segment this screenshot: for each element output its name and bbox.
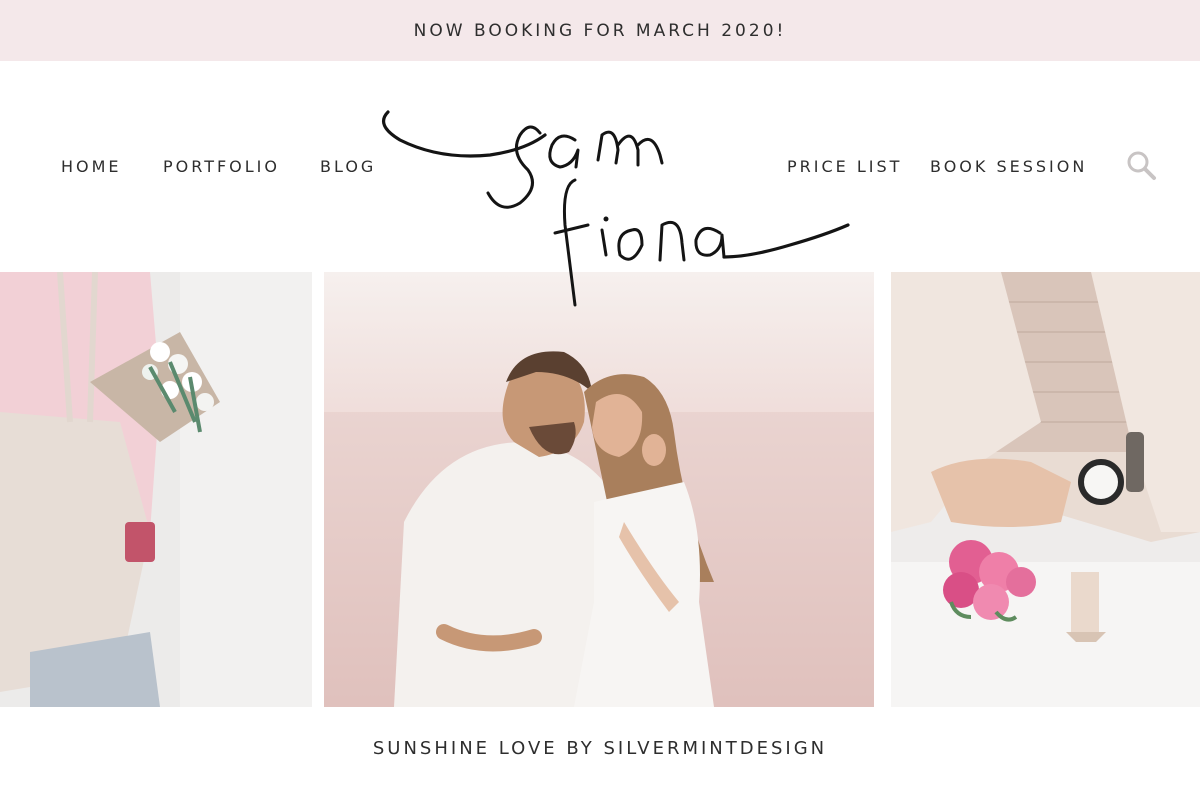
nav-book-session[interactable]: BOOK SESSION — [930, 157, 1087, 176]
footer-caption: SUNSHINE LOVE BY SILVERMINTDESIGN — [372, 738, 828, 759]
brand-logo[interactable] — [370, 95, 860, 315]
gallery-photo-couple[interactable] — [324, 272, 874, 707]
nav-portfolio[interactable]: PORTFOLIO — [163, 157, 280, 176]
nav-home[interactable]: HOME — [61, 157, 122, 176]
announcement-banner: NOW BOOKING FOR MARCH 2020! — [0, 0, 1200, 61]
search-icon[interactable] — [1126, 150, 1158, 182]
gallery-photo-peonies[interactable] — [891, 272, 1200, 707]
nav-blog[interactable]: BLOG — [320, 157, 376, 176]
announcement-text: NOW BOOKING FOR MARCH 2020! — [413, 20, 787, 41]
gallery-photo-tote-bag[interactable] — [0, 272, 312, 707]
